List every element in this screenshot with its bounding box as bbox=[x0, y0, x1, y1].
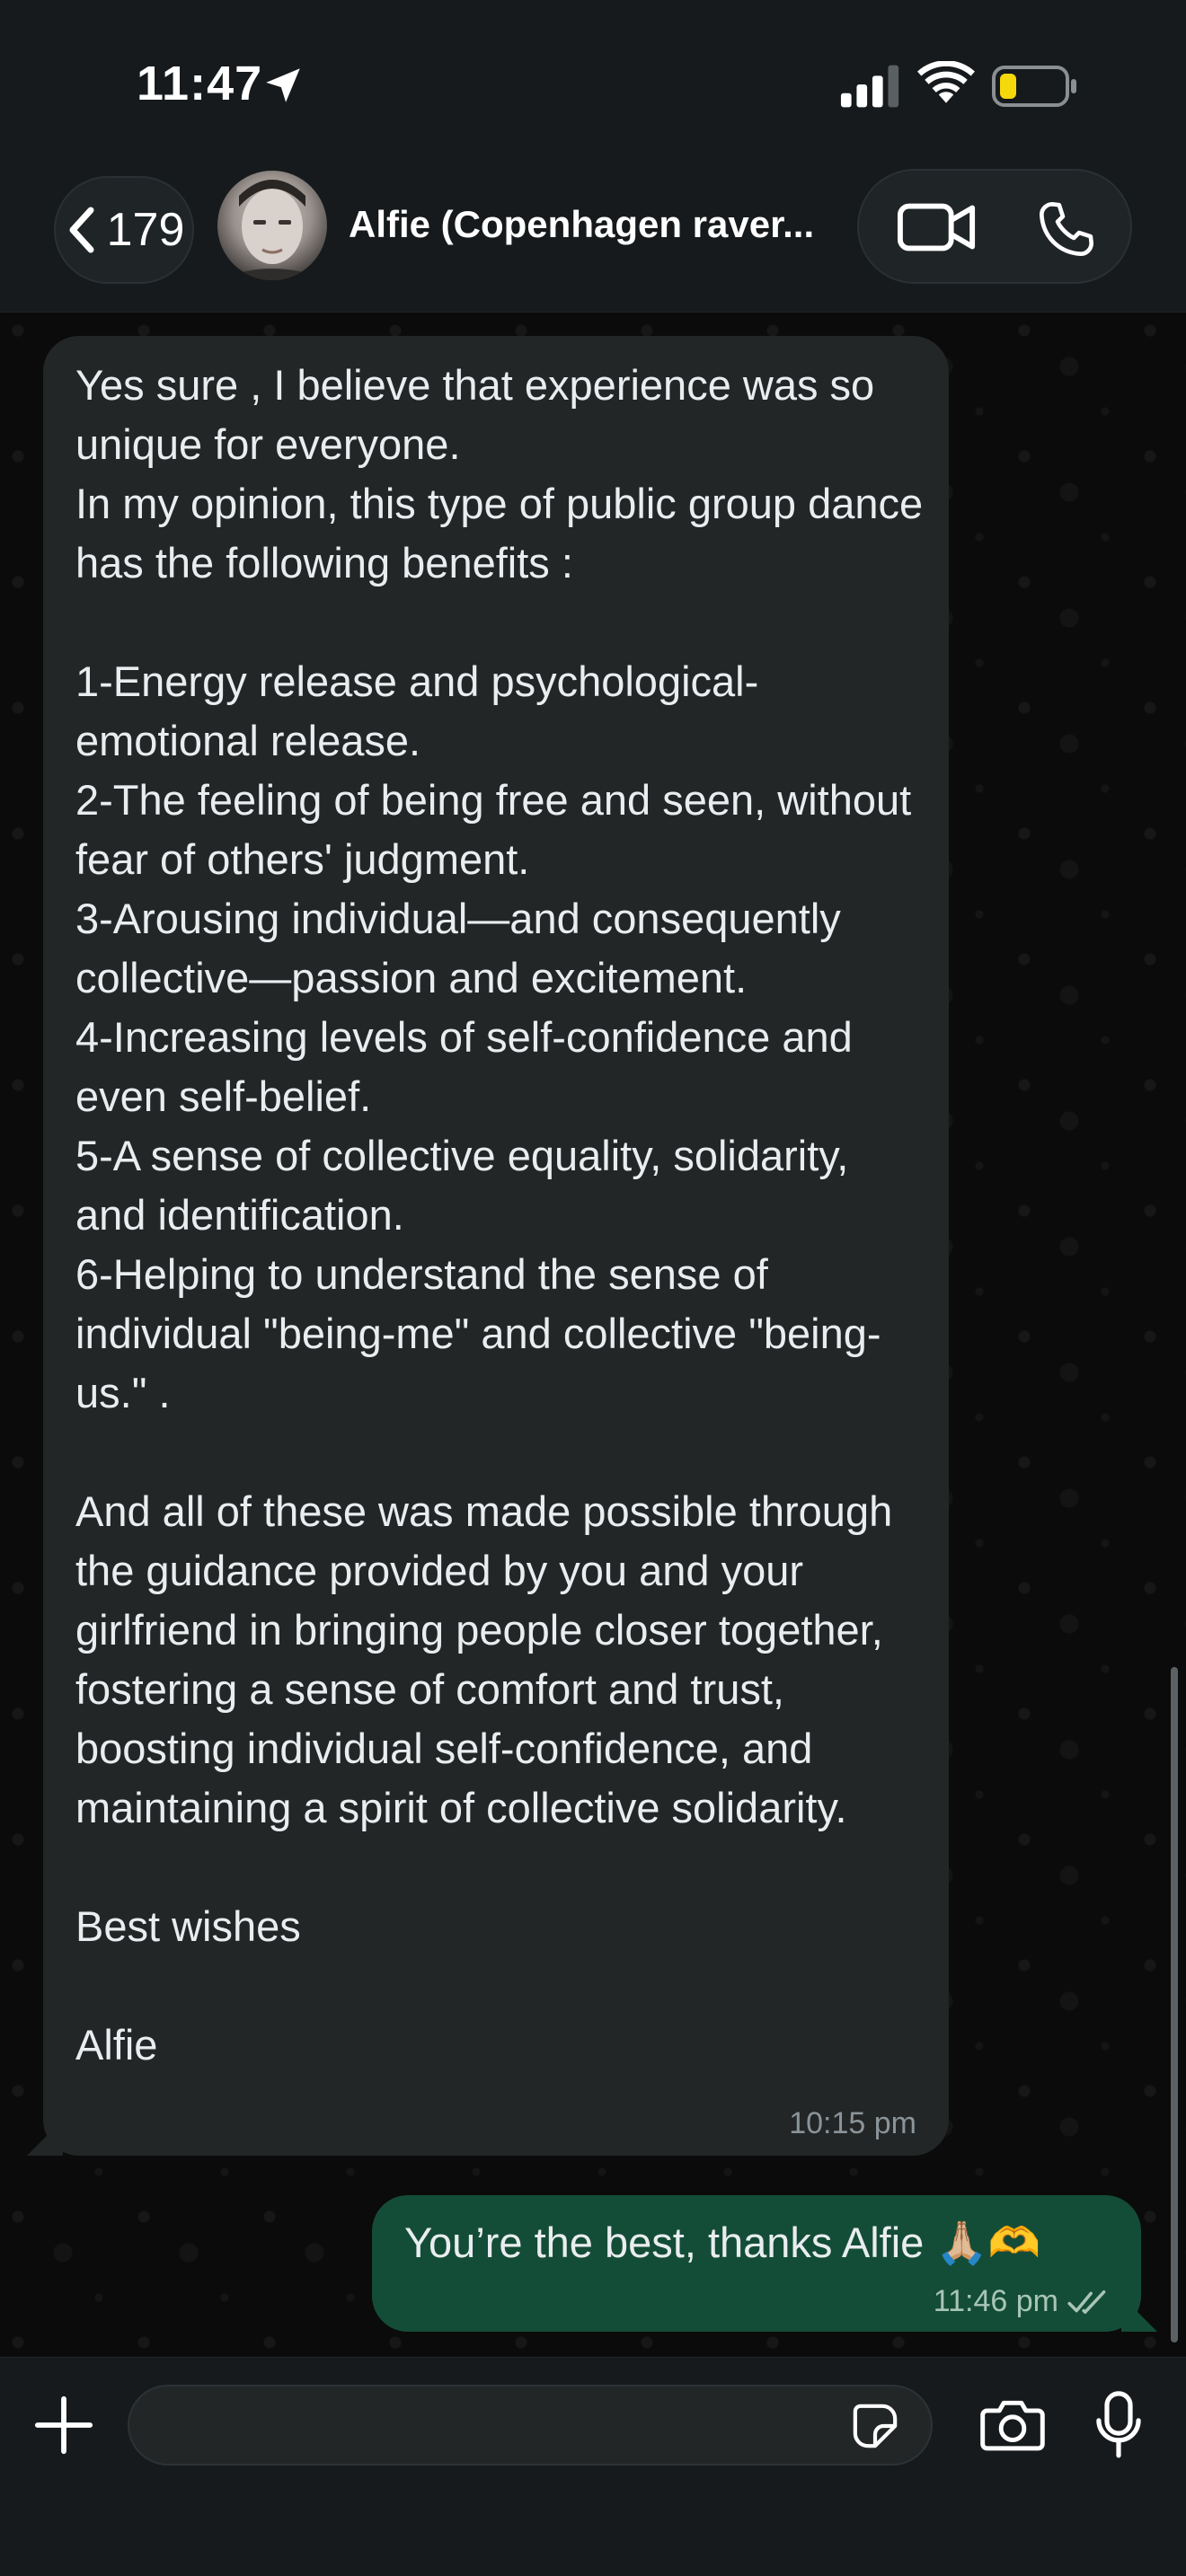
message-timestamp: 11:46 pm bbox=[933, 2284, 1058, 2318]
location-arrow-icon bbox=[266, 68, 300, 102]
camera-icon[interactable] bbox=[979, 2397, 1046, 2453]
contact-name[interactable]: Alfie (Copenhagen raver... bbox=[349, 203, 834, 246]
plus-icon[interactable] bbox=[32, 2394, 95, 2457]
chevron-left-icon bbox=[69, 207, 94, 253]
chat-screen: 11:47 179 Alfie (Copenhagen raver... Yes… bbox=[0, 0, 1186, 2576]
status-time: 11:47 bbox=[137, 57, 263, 110]
wifi-icon bbox=[917, 61, 975, 103]
message-text: Yes sure , I believe that experience was… bbox=[75, 361, 924, 2069]
chat-header: 11:47 179 Alfie (Copenhagen raver... bbox=[0, 0, 1186, 313]
sticker-icon[interactable] bbox=[850, 2401, 900, 2451]
call-actions bbox=[857, 169, 1132, 284]
video-call-icon[interactable] bbox=[897, 198, 978, 257]
outgoing-message-bubble[interactable]: You’re the best, thanks Alfie 🙏🏼🫶 11:46 … bbox=[372, 2195, 1141, 2332]
composer-bar bbox=[0, 2357, 1186, 2576]
cellular-signal-icon bbox=[840, 65, 899, 108]
contact-avatar[interactable] bbox=[217, 171, 327, 280]
message-text: You’re the best, thanks Alfie 🙏🏼🫶 bbox=[404, 2219, 1041, 2266]
battery-icon bbox=[992, 66, 1076, 107]
back-button[interactable]: 179 bbox=[54, 176, 194, 284]
avatar-photo bbox=[217, 180, 327, 280]
message-composer bbox=[128, 2385, 933, 2466]
read-receipt-icon bbox=[1067, 2289, 1106, 2314]
voice-call-icon[interactable] bbox=[1035, 198, 1098, 260]
unread-count: 179 bbox=[106, 204, 185, 256]
scroll-indicator[interactable] bbox=[1171, 1667, 1178, 2342]
message-input[interactable] bbox=[156, 2386, 839, 2464]
message-timestamp: 10:15 pm bbox=[789, 2106, 916, 2140]
message-meta: 11:46 pm bbox=[934, 2284, 1111, 2319]
incoming-message-bubble[interactable]: Yes sure , I believe that experience was… bbox=[43, 336, 949, 2156]
microphone-icon[interactable] bbox=[1094, 2390, 1143, 2460]
